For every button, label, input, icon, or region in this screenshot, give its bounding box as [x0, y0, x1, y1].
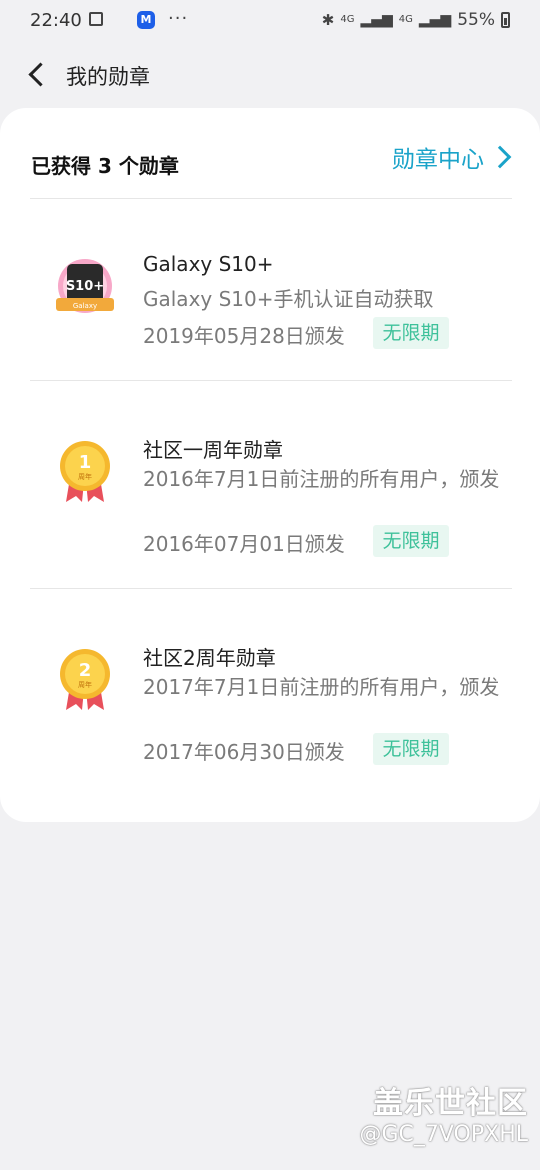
app-notification-icon: M	[137, 11, 155, 29]
medal-number: 1	[79, 452, 92, 473]
gallery-icon	[89, 12, 103, 26]
badge-name: Galaxy S10+	[143, 252, 274, 276]
page-title: 我的勋章	[66, 65, 150, 89]
status-time: 22:40	[30, 10, 82, 31]
signal-icon-2: ▂▄▆	[418, 12, 452, 28]
badge-issued-date: 2019年05月28日颁发	[143, 324, 345, 348]
watermark-title: 盖乐世社区	[373, 1086, 528, 1121]
badge-description: Galaxy S10+手机认证自动获取	[143, 287, 434, 311]
anniversary-medal-icon: 1 周年	[60, 441, 110, 502]
list-item[interactable]: 2 周年 社区2周年勋章 2017年7月1日前注册的所有用户，颁发 2017年0…	[0, 588, 540, 796]
bluetooth-icon: ✱	[321, 11, 335, 29]
status-right: ✱ 4G ▂▄▆ 4G ▂▄▆ 55%	[322, 10, 510, 30]
back-button[interactable]	[20, 58, 56, 94]
validity-tag: 无限期	[373, 733, 449, 765]
badge-description: 2017年7月1日前注册的所有用户，颁发	[143, 675, 500, 699]
badge-card: 已获得 3 个勋章 勋章中心 S10+ Galaxy Galaxy S10+ G…	[0, 108, 540, 822]
badge-center-link[interactable]: 勋章中心	[392, 140, 512, 174]
badge-issued-date: 2017年06月30日颁发	[143, 740, 345, 764]
badge-icon-subtext: Galaxy	[73, 302, 97, 310]
watermark-user: @GC_7VOPXHL	[359, 1122, 528, 1147]
validity-tag: 无限期	[373, 317, 449, 349]
signal-icon-1: ▂▄▆	[360, 12, 393, 28]
network-indicator-2: 4G	[398, 14, 413, 25]
galaxy-s10-badge-icon: S10+ Galaxy	[56, 259, 114, 313]
validity-tag: 无限期	[373, 525, 449, 557]
more-notifications-icon: ···	[168, 8, 189, 29]
badge-count-summary: 已获得 3 个勋章	[31, 154, 179, 178]
list-item[interactable]: 1 周年 社区一周年勋章 2016年7月1日前注册的所有用户，颁发 2016年0…	[0, 380, 540, 588]
badge-name: 社区2周年勋章	[143, 646, 276, 670]
badge-icon-text: S10+	[66, 279, 104, 294]
status-bar: 22:40 M ··· ✱ 4G ▂▄▆ 4G ▂▄▆ 55%	[0, 0, 540, 42]
list-item[interactable]: S10+ Galaxy Galaxy S10+ Galaxy S10+手机认证自…	[0, 198, 540, 380]
badge-issued-date: 2016年07月01日颁发	[143, 532, 345, 556]
badge-description: 2016年7月1日前注册的所有用户，颁发	[143, 467, 500, 491]
network-indicator-1: 4G	[340, 14, 355, 25]
medal-subtext: 周年	[78, 472, 92, 481]
battery-icon	[501, 12, 510, 28]
medal-number: 2	[79, 660, 92, 681]
battery-text: 55%	[457, 10, 495, 30]
badge-name: 社区一周年勋章	[143, 438, 283, 462]
app-header: 我的勋章	[0, 48, 540, 104]
anniversary-medal-icon: 2 周年	[60, 649, 110, 710]
chevron-right-icon	[488, 145, 512, 169]
badge-center-label: 勋章中心	[392, 147, 484, 173]
medal-subtext: 周年	[78, 680, 92, 689]
